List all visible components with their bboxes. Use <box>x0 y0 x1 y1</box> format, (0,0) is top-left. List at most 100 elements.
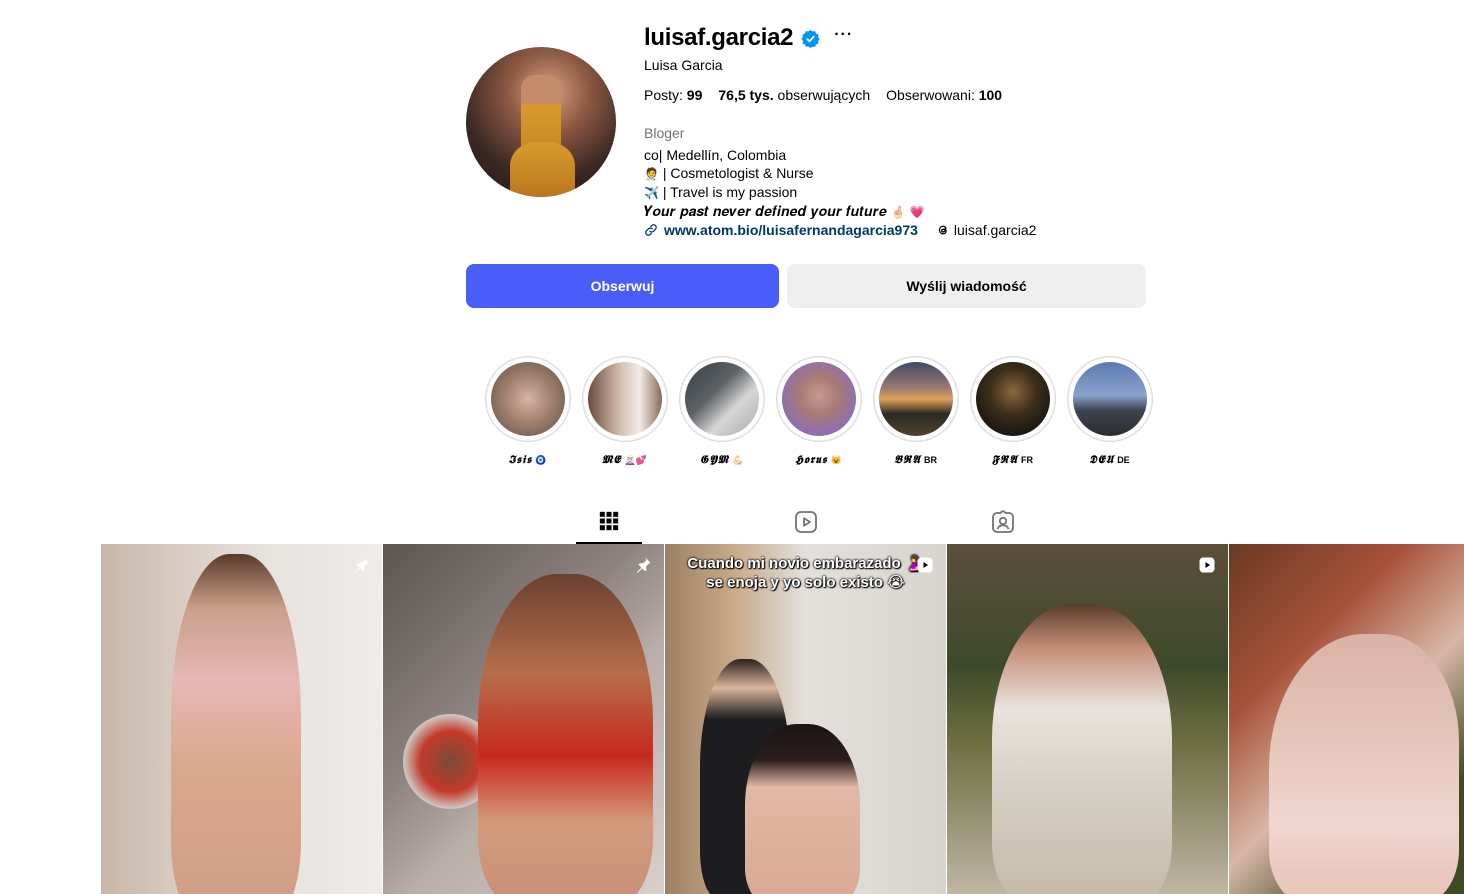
highlight-suffix: FR <box>1020 455 1033 465</box>
highlight-ring <box>872 356 959 442</box>
bio-travel-text: | Travel is my passion <box>662 184 798 200</box>
following-count[interactable]: Obserwowani: 100 <box>886 87 1002 103</box>
post-caption-line: se enoja y yo solo existo 😭 <box>706 574 905 591</box>
highlight-suffix: 😺 <box>830 455 842 465</box>
highlight-label: 𝕸𝕰 🧝🏻‍♀️💕 <box>602 453 647 467</box>
posts-count: Posty: 99 <box>644 87 702 103</box>
highlight-ring <box>678 356 765 442</box>
highlight-label: 𝕴𝖘𝖎𝖘 🧿 <box>508 453 546 467</box>
reel-icon <box>917 557 933 573</box>
highlight-label: 𝕳𝖔𝖗𝖚𝖘 😺 <box>795 453 842 467</box>
posts-label: Posty: <box>644 87 683 103</box>
highlight-suffix: BR <box>924 455 938 465</box>
highlight-label: 𝕲𝖄𝕸 💪🏻 <box>700 453 744 467</box>
reels-icon <box>795 511 817 533</box>
bio-quote-emoji: 🤞🏻 💗 <box>890 205 925 219</box>
highlight-title: 𝕭𝕽𝕬 <box>893 453 922 466</box>
highlight-gym[interactable]: 𝕲𝖄𝕸 💪🏻 <box>673 356 770 467</box>
send-message-button[interactable]: Wyślij wiadomość <box>787 264 1146 308</box>
highlight-title: 𝕸𝕰 <box>602 453 622 466</box>
highlight-suffix: 🧿 <box>535 455 547 465</box>
post-caption-line: Cuando mi novio embarazado 🤰 <box>687 555 924 572</box>
highlight-label: 𝕭𝕽𝕬 BR <box>894 453 937 467</box>
full-name: Luisa Garcia <box>644 57 723 73</box>
more-options-button[interactable]: ··· <box>834 27 853 46</box>
highlight-horus[interactable]: 𝕳𝖔𝖗𝖚𝖘 😺 <box>770 356 867 467</box>
highlight-title: 𝕳𝖔𝖗𝖚𝖘 <box>795 453 828 466</box>
bio-profession-text: | Cosmetologist & Nurse <box>662 165 814 181</box>
profile-stats: Posty: 99 76,5 tys. obserwujących Obserw… <box>644 87 1018 103</box>
health-worker-icon: 🧑‍⚕️ <box>644 167 659 181</box>
post-photo <box>171 554 301 894</box>
highlight-cover <box>781 362 856 436</box>
bio-quote: 𝒀𝒐𝒖𝒓 𝒑𝒂𝒔𝒕 𝒏𝒆𝒗𝒆𝒓 𝒅𝒆𝒇𝒊𝒏𝒆𝒅 𝒚𝒐𝒖𝒓 𝒇𝒖𝒕𝒖𝒓𝒆 🤞🏻 💗 <box>644 202 925 221</box>
post-photo-cat <box>1269 634 1459 894</box>
following-label: Obserwowani: <box>886 87 975 103</box>
highlight-label: 𝕱𝕽𝕬 FR <box>992 453 1033 467</box>
profile-bio: co| Medellín, Colombia 🧑‍⚕️ | Cosmetolog… <box>644 146 925 221</box>
highlight-cover <box>878 362 953 436</box>
highlight-title: 𝕱𝕽𝕬 <box>992 453 1018 466</box>
post-tile[interactable] <box>101 544 382 894</box>
highlight-isis[interactable]: 𝕴𝖘𝖎𝖘 🧿 <box>479 356 576 467</box>
highlight-cover <box>975 362 1050 436</box>
highlight-me[interactable]: 𝕸𝕰 🧝🏻‍♀️💕 <box>576 356 673 467</box>
reel-icon <box>1199 557 1215 573</box>
highlight-cover <box>587 362 662 436</box>
pin-icon <box>637 557 651 573</box>
highlight-label: 𝕯𝕰𝖀 DE <box>1089 453 1129 467</box>
verified-badge-icon <box>801 29 820 48</box>
followers-value: 76,5 tys. <box>718 87 774 103</box>
profile-category: Bloger <box>644 125 685 141</box>
airplane-icon: ✈️ <box>644 186 659 200</box>
following-value: 100 <box>978 87 1003 103</box>
highlight-cover <box>490 362 565 436</box>
avatar-dress <box>510 142 575 197</box>
highlight-cover <box>1072 362 1147 436</box>
story-highlights: 𝕴𝖘𝖎𝖘 🧿 𝕸𝕰 🧝🏻‍♀️💕 𝕲𝖄𝕸 💪🏻 𝕳𝖔𝖗𝖚𝖘 😺 𝕭𝕽𝕬 BR 𝕱𝕽𝕬 FR … <box>479 356 1158 467</box>
followers-count[interactable]: 76,5 tys. obserwujących <box>718 87 870 103</box>
bio-location: co| Medellín, Colombia <box>644 147 787 163</box>
follow-button[interactable]: Obserwuj <box>466 264 779 308</box>
threads-icon <box>938 225 947 235</box>
highlight-ring <box>1066 356 1153 442</box>
bio-travel: ✈️ | Travel is my passion <box>644 183 925 202</box>
highlight-suffix: DE <box>1117 455 1130 465</box>
profile-tabs <box>0 500 1464 544</box>
pin-icon <box>355 557 369 573</box>
threads-link[interactable]: luisaf.garcia2 <box>936 222 1037 238</box>
highlight-cover <box>684 362 759 436</box>
post-tile[interactable] <box>1229 544 1464 894</box>
website-url: www.atom.bio/luisafernandagarcia973 <box>664 222 918 238</box>
highlight-suffix: 💪🏻 <box>732 455 744 465</box>
bio-quote-text: 𝒀𝒐𝒖𝒓 𝒑𝒂𝒔𝒕 𝒏𝒆𝒗𝒆𝒓 𝒅𝒆𝒇𝒊𝒏𝒆𝒅 𝒚𝒐𝒖𝒓 𝒇𝒖𝒕𝒖𝒓𝒆 <box>644 203 887 219</box>
highlight-title: 𝕯𝕰𝖀 <box>1089 453 1115 466</box>
highlight-ring <box>775 356 862 442</box>
post-photo <box>478 574 653 894</box>
highlight-france[interactable]: 𝕱𝕽𝕬 FR <box>964 356 1061 467</box>
username-row: luisaf.garcia2 ··· <box>644 22 853 54</box>
threads-handle: luisaf.garcia2 <box>953 222 1037 238</box>
tagged-icon <box>992 510 1014 533</box>
highlight-brazil[interactable]: 𝕭𝕽𝕬 BR <box>867 356 964 467</box>
post-tile[interactable] <box>383 544 664 894</box>
website-link[interactable]: www.atom.bio/luisafernandagarcia973 <box>644 222 918 238</box>
tab-tagged[interactable] <box>970 500 1036 544</box>
tab-reels[interactable] <box>773 500 839 544</box>
profile-links: www.atom.bio/luisafernandagarcia973 luis… <box>644 222 1036 238</box>
link-icon <box>645 224 657 236</box>
tab-posts[interactable] <box>576 500 642 544</box>
highlight-title: 𝕴𝖘𝖎𝖘 <box>508 453 533 466</box>
highlight-ring <box>969 356 1056 442</box>
bio-profession: 🧑‍⚕️ | Cosmetologist & Nurse <box>644 164 925 183</box>
post-photo <box>992 604 1172 894</box>
post-tile[interactable]: Cuando mi novio embarazado 🤰 se enoja y … <box>665 544 946 894</box>
post-caption: Cuando mi novio embarazado 🤰 se enoja y … <box>665 554 946 592</box>
highlight-germany[interactable]: 𝕯𝕰𝖀 DE <box>1061 356 1158 467</box>
post-tile[interactable] <box>947 544 1228 894</box>
grid-icon <box>599 511 619 531</box>
posts-value: 99 <box>686 87 703 103</box>
username: luisaf.garcia2 <box>644 24 794 51</box>
profile-avatar[interactable] <box>466 47 616 197</box>
followers-label: obserwujących <box>777 87 871 103</box>
